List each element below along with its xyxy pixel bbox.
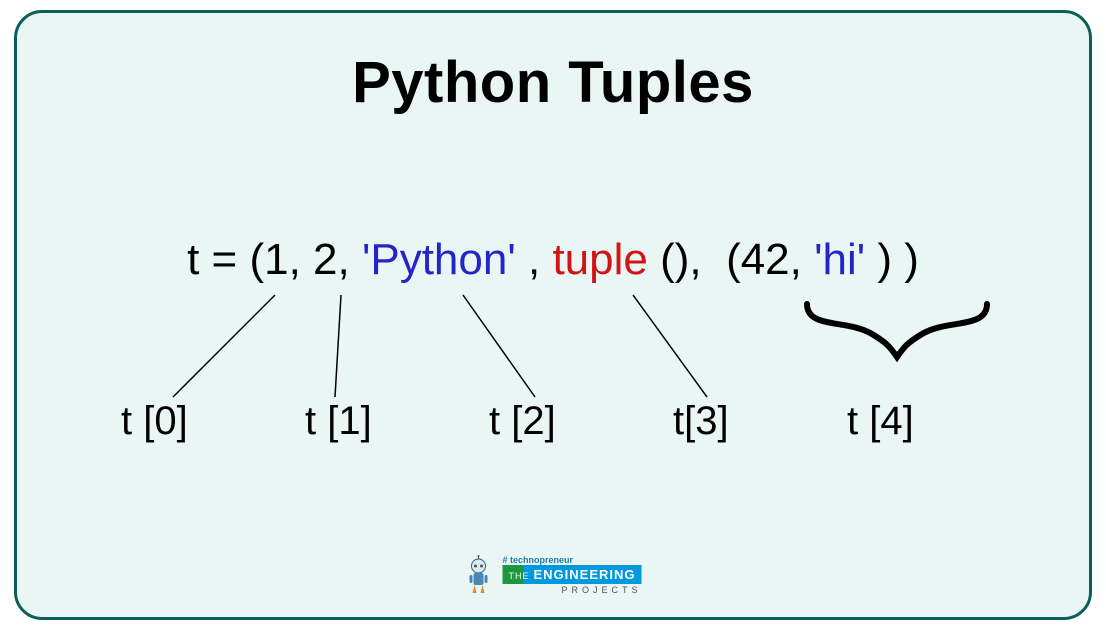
logo-brand-bar: THE ENGINEERING <box>502 565 641 584</box>
expr-lead: t = (1, 2, <box>187 235 362 284</box>
index-label-3: t[3] <box>673 399 729 444</box>
diagram-title: Python Tuples <box>17 49 1089 116</box>
logo-brand: ENGINEERING <box>533 567 635 582</box>
index-label-4: t [4] <box>847 399 914 444</box>
curly-brace-icon <box>802 299 992 369</box>
index-label-1: t [1] <box>305 399 372 444</box>
expr-mid-2: (), (42, <box>648 235 814 284</box>
site-logo: # technopreneur THE ENGINEERING PROJECTS <box>464 555 641 595</box>
index-label-0: t [0] <box>121 399 188 444</box>
logo-the: THE <box>508 571 529 581</box>
tuple-expression: t = (1, 2, 'Python' , tuple (), (42, 'hi… <box>17 235 1089 285</box>
expr-tail: ) ) <box>865 235 919 284</box>
robot-icon <box>464 555 492 595</box>
logo-hashtag: # technopreneur <box>502 555 573 565</box>
expr-python-literal: 'Python' <box>362 235 516 284</box>
expr-tuple-keyword: tuple <box>552 235 647 284</box>
logo-text-block: # technopreneur THE ENGINEERING PROJECTS <box>502 555 641 595</box>
expr-hi-literal: 'hi' <box>814 235 865 284</box>
diagram-frame: Python Tuples t = (1, 2, 'Python' , tupl… <box>14 10 1092 620</box>
expr-sep-1: , <box>516 235 553 284</box>
logo-projects: PROJECTS <box>561 585 641 595</box>
index-label-2: t [2] <box>489 399 556 444</box>
